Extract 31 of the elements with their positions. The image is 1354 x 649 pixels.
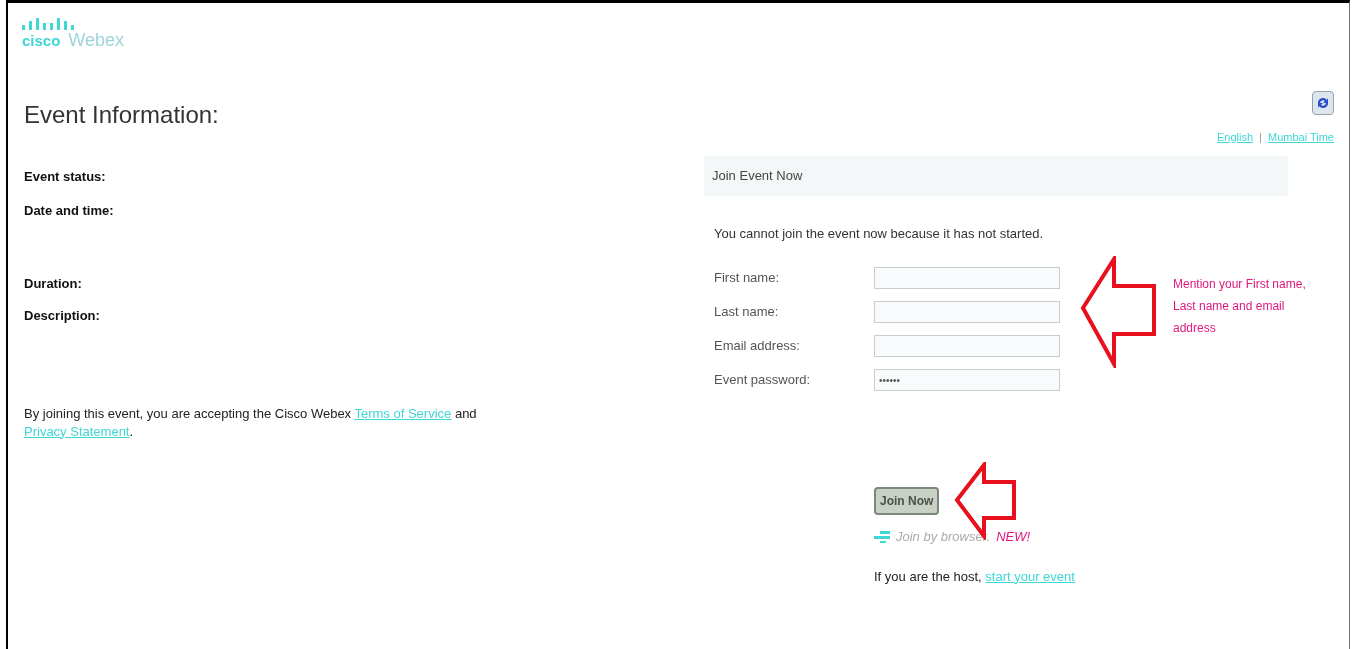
annotation-note: Mention your First name, Last name and email address <box>1173 276 1307 337</box>
terms-text: By joining this event, you are accepting the Cisco Webex Terms of Service and Privacy Statement. <box>24 404 478 441</box>
browser-join-icon <box>874 530 890 543</box>
link-separator: | <box>1258 130 1263 145</box>
refresh-button[interactable] <box>1312 91 1334 115</box>
privacy-link[interactable]: Privacy Statement <box>24 423 130 439</box>
input-field[interactable] <box>874 335 1060 357</box>
brand-logo-text: cisco <box>22 33 61 48</box>
new-label: NEW! <box>996 528 1031 546</box>
detail-label: Description: <box>24 306 101 325</box>
host-note: If you are the host, start your event <box>874 567 1076 586</box>
input-field[interactable]: •••••• <box>874 369 1060 391</box>
product-name: Webex <box>68 31 125 49</box>
field-label: Email address: <box>714 337 801 356</box>
status-message: You cannot join the event now because it has not started. <box>713 224 1045 243</box>
detail-label: Date and time: <box>24 201 115 220</box>
start-event-link[interactable]: start your event <box>985 568 1075 584</box>
field-label: Event password: <box>714 371 812 390</box>
detail-label: Event status: <box>24 167 107 186</box>
terms-link[interactable]: Terms of Service <box>354 405 452 421</box>
header-link[interactable]: English <box>1217 129 1254 146</box>
panel-header: Join Event Now <box>704 155 1288 196</box>
detail-label: Duration: <box>24 274 83 293</box>
field-label: First name: <box>714 269 780 288</box>
input-field[interactable] <box>874 267 1060 289</box>
header-link[interactable]: Mumbai Time <box>1267 129 1334 146</box>
field-label: Last name: <box>714 303 780 322</box>
join-by-browser-link[interactable]: Join by browser. <box>896 527 991 547</box>
page-title: Event Information: <box>24 103 219 127</box>
input-field[interactable] <box>874 301 1060 323</box>
refresh-icon <box>1316 96 1330 110</box>
